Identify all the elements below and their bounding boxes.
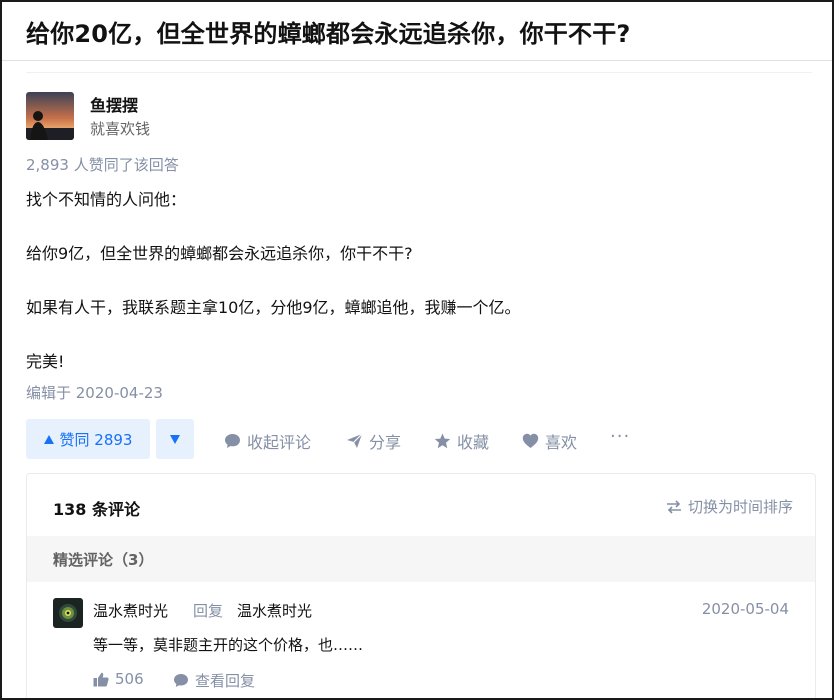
answer-paragraph: 完美!	[26, 352, 65, 371]
view-replies-label: 查看回复	[195, 672, 256, 690]
comment-text: 等一等，莫非题主开的这个价格，也……	[93, 636, 364, 654]
comment-bubble-icon	[224, 433, 241, 449]
triangle-up-icon	[43, 434, 54, 444]
featured-comments-label: 精选评论（3）	[53, 551, 154, 569]
comment-bubble-icon	[173, 673, 189, 688]
like-label: 喜欢	[545, 433, 578, 452]
share-button[interactable]: 分享	[346, 429, 401, 453]
answer-paragraph: 给你9亿，但全世界的蟑螂都会永远追杀你，你干不干?	[26, 244, 413, 263]
like-button[interactable]: 喜欢	[522, 429, 577, 453]
answer-card: 给你20亿，但全世界的蟑螂都会永远追杀你，你干不干? 鱼摆摆 就喜欢钱 2,89…	[0, 0, 834, 700]
share-label: 分享	[369, 433, 402, 452]
question-title[interactable]: 给你20亿，但全世界的蟑螂都会永远追杀你，你干不干?	[26, 14, 631, 49]
sort-switch-button[interactable]: 切换为时间排序	[666, 496, 793, 517]
sort-switch-label: 切换为时间排序	[687, 498, 793, 516]
comment-count: 138 条评论	[53, 500, 140, 519]
star-icon	[434, 433, 451, 449]
reply-target-name[interactable]: 温水煮时光	[237, 600, 312, 621]
author-name[interactable]: 鱼摆摆	[90, 92, 138, 116]
commenter-name[interactable]: 温水煮时光	[93, 600, 168, 621]
voters-count[interactable]: 2,893 人赞同了该回答	[26, 154, 179, 175]
answer-paragraph: 如果有人干，我联系题主拿10亿，分他9亿，蟑螂追他，我赚一个亿。	[26, 298, 521, 317]
collect-button[interactable]: 收藏	[434, 429, 489, 453]
triangle-down-icon	[170, 434, 180, 444]
featured-comments-header: 精选评论（3）	[27, 536, 815, 582]
upvote-button[interactable]: 赞同 2893	[26, 419, 150, 459]
collapse-comments-button[interactable]: 收起评论	[224, 429, 311, 453]
reply-label: 回复	[193, 602, 224, 620]
heart-icon	[522, 433, 539, 449]
edit-time[interactable]: 编辑于 2020-04-23	[26, 382, 163, 403]
thumbs-up-icon	[93, 672, 109, 687]
comment-like-count: 506	[115, 670, 144, 688]
paper-plane-icon	[346, 433, 363, 449]
comment-like-button[interactable]: 506	[93, 670, 144, 688]
collect-label: 收藏	[457, 433, 490, 452]
comments-panel: 138 条评论 切换为时间排序 精选评论（3） 温水煮时光 回复 温水煮时光 2…	[26, 473, 816, 698]
author-avatar[interactable]	[26, 92, 74, 140]
author-bio: 就喜欢钱	[90, 120, 151, 138]
more-options-button[interactable]: ···	[610, 426, 630, 447]
commenter-avatar[interactable]	[53, 598, 83, 628]
view-replies-button[interactable]: 查看回复	[173, 670, 255, 691]
title-divider	[2, 60, 832, 61]
comment-date: 2020-05-04	[701, 600, 789, 618]
upvote-label: 赞同 2893	[59, 430, 133, 449]
content-divider	[26, 72, 812, 73]
answer-paragraph: 找个不知情的人问他：	[26, 190, 187, 209]
swap-arrows-icon	[666, 499, 682, 514]
collapse-comments-label: 收起评论	[247, 433, 312, 452]
downvote-button[interactable]	[156, 419, 194, 459]
